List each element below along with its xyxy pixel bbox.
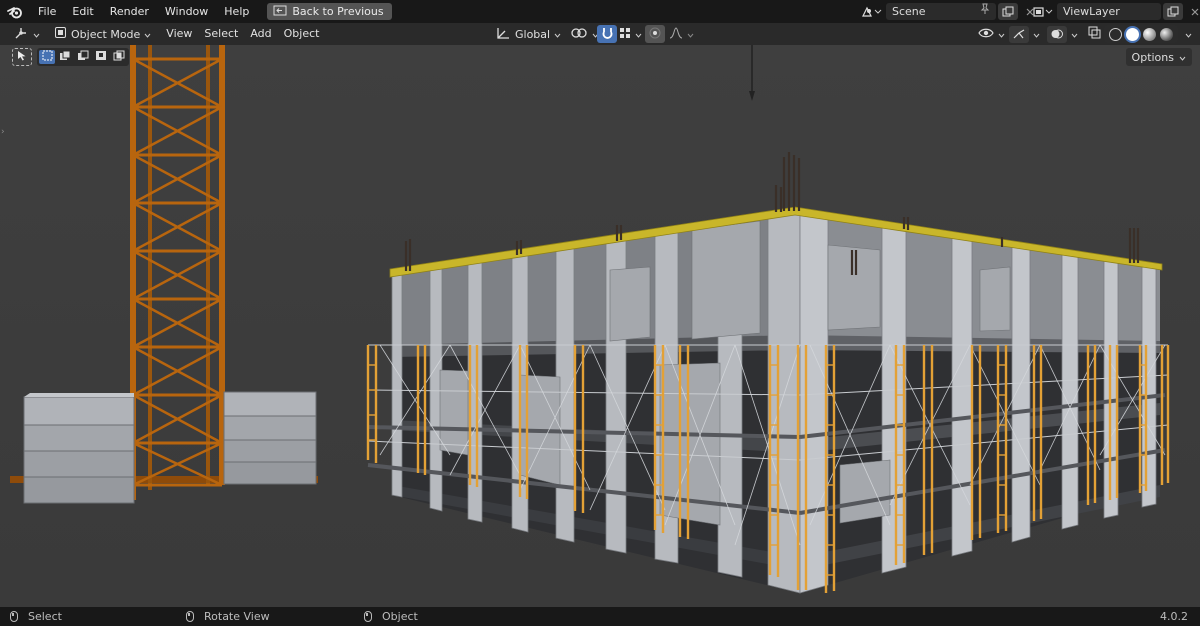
selection-mode-group <box>37 48 129 66</box>
orientation-icon <box>495 26 511 43</box>
select-subtract-button[interactable] <box>75 50 91 64</box>
gizmo-icon <box>1009 25 1029 43</box>
options-label: Options <box>1131 50 1174 64</box>
mouse-icon <box>186 611 194 622</box>
select-new-icon <box>42 50 53 64</box>
solid-shading-icon[interactable] <box>1126 27 1139 41</box>
back-icon <box>273 5 287 19</box>
concrete-blocks-right <box>223 391 317 485</box>
status-select: Select <box>10 610 62 623</box>
select-subtract-icon <box>77 50 89 64</box>
version-label: 4.0.2 <box>1160 610 1188 623</box>
editor-type-dropdown[interactable] <box>8 25 45 43</box>
wireframe-shading-icon[interactable] <box>1109 27 1122 41</box>
close-icon[interactable] <box>1185 3 1200 20</box>
snap-grid-icon <box>619 27 631 42</box>
status-select-label: Select <box>28 610 62 623</box>
menu-view[interactable]: View <box>160 23 198 45</box>
select-intersect-icon <box>113 50 125 64</box>
shading-mode-group <box>1104 25 1178 43</box>
object-mode-icon <box>54 26 67 42</box>
chevron-down-icon <box>687 28 694 41</box>
blender-logo-icon[interactable] <box>0 0 30 23</box>
back-to-previous-button[interactable]: Back to Previous <box>267 3 392 20</box>
status-object: Object <box>364 610 418 623</box>
select-tool-icon <box>17 50 27 64</box>
select-intersect-button[interactable] <box>111 50 127 64</box>
status-rotate: Rotate View <box>186 610 270 623</box>
viewport-header: Object Mode View Select Add Object Globa… <box>0 23 1200 45</box>
menu-help[interactable]: Help <box>216 0 257 23</box>
menu-window[interactable]: Window <box>157 0 216 23</box>
mouse-icon <box>10 611 18 622</box>
scene-icon[interactable] <box>858 3 886 20</box>
object-mode-label: Object Mode <box>71 27 141 41</box>
status-bar: Select Rotate View Object 4.0.2 <box>0 607 1200 626</box>
snap-target-dropdown[interactable] <box>614 25 647 43</box>
select-tool-button[interactable] <box>12 48 32 66</box>
view-layer-name-field[interactable]: ViewLayer <box>1057 3 1161 20</box>
3d-viewport[interactable]: Options › <box>0 45 1200 607</box>
xray-icon <box>1088 26 1101 42</box>
material-shading-icon[interactable] <box>1143 27 1156 41</box>
proportional-falloff-dropdown[interactable] <box>664 25 699 43</box>
editor-type-icon <box>13 26 29 43</box>
view-layer-icon[interactable] <box>1029 3 1057 20</box>
scene-name-label: Scene <box>892 5 926 18</box>
mouse-icon <box>364 611 372 622</box>
back-to-previous-label: Back to Previous <box>292 5 384 18</box>
top-bar: File Edit Render Window Help Back to Pre… <box>0 0 1200 23</box>
copy-icon[interactable] <box>1163 3 1183 20</box>
proportional-edit-toggle[interactable] <box>645 25 665 43</box>
chevron-down-icon <box>33 28 40 41</box>
transform-orientation-dropdown[interactable]: Global <box>490 25 566 43</box>
pin-icon[interactable] <box>980 3 990 20</box>
select-extend-button[interactable] <box>57 50 73 64</box>
concrete-blocks-left <box>23 393 135 504</box>
overlay-icon <box>1047 25 1067 43</box>
proportional-icon <box>649 27 661 42</box>
view-layer-selector: ViewLayer <box>1027 2 1200 21</box>
rendered-shading-icon[interactable] <box>1160 27 1173 41</box>
chevron-down-icon <box>1071 28 1078 41</box>
chevron-down-icon <box>635 28 642 41</box>
gizmo-dropdown[interactable] <box>1004 25 1045 43</box>
xray-toggle[interactable] <box>1084 25 1104 43</box>
select-difference-button[interactable] <box>93 50 109 64</box>
menu-render[interactable]: Render <box>102 0 157 23</box>
menu-add[interactable]: Add <box>244 23 277 45</box>
copy-icon[interactable] <box>998 3 1018 20</box>
menu-file[interactable]: File <box>30 0 64 23</box>
pivot-icon <box>570 26 588 43</box>
select-difference-icon <box>95 50 107 64</box>
snap-icon <box>601 26 614 42</box>
scene-name-field[interactable]: Scene <box>886 3 996 20</box>
select-extend-icon <box>59 50 71 64</box>
shading-options-dropdown[interactable] <box>1180 25 1197 43</box>
object-mode-dropdown[interactable]: Object Mode <box>49 25 156 43</box>
falloff-curve-icon <box>669 26 683 42</box>
overlay-dropdown[interactable] <box>1042 25 1083 43</box>
status-rotate-label: Rotate View <box>204 610 270 623</box>
visibility-icon <box>978 27 994 42</box>
chevron-down-icon <box>554 28 561 41</box>
menu-select[interactable]: Select <box>198 23 244 45</box>
toolbar-expand-icon[interactable]: › <box>1 127 5 137</box>
status-object-label: Object <box>382 610 418 623</box>
viewport-scene <box>0 45 1200 607</box>
transform-orientation-label: Global <box>515 27 551 41</box>
menu-edit[interactable]: Edit <box>64 0 101 23</box>
chevron-down-icon <box>1033 28 1040 41</box>
chevron-down-icon <box>144 28 151 41</box>
scene-selector: Scene <box>856 2 1040 21</box>
chevron-down-icon <box>1185 28 1192 41</box>
options-dropdown[interactable]: Options <box>1125 48 1192 66</box>
select-new-button[interactable] <box>39 50 55 64</box>
menu-object[interactable]: Object <box>278 23 326 45</box>
chevron-down-icon <box>1179 51 1186 64</box>
